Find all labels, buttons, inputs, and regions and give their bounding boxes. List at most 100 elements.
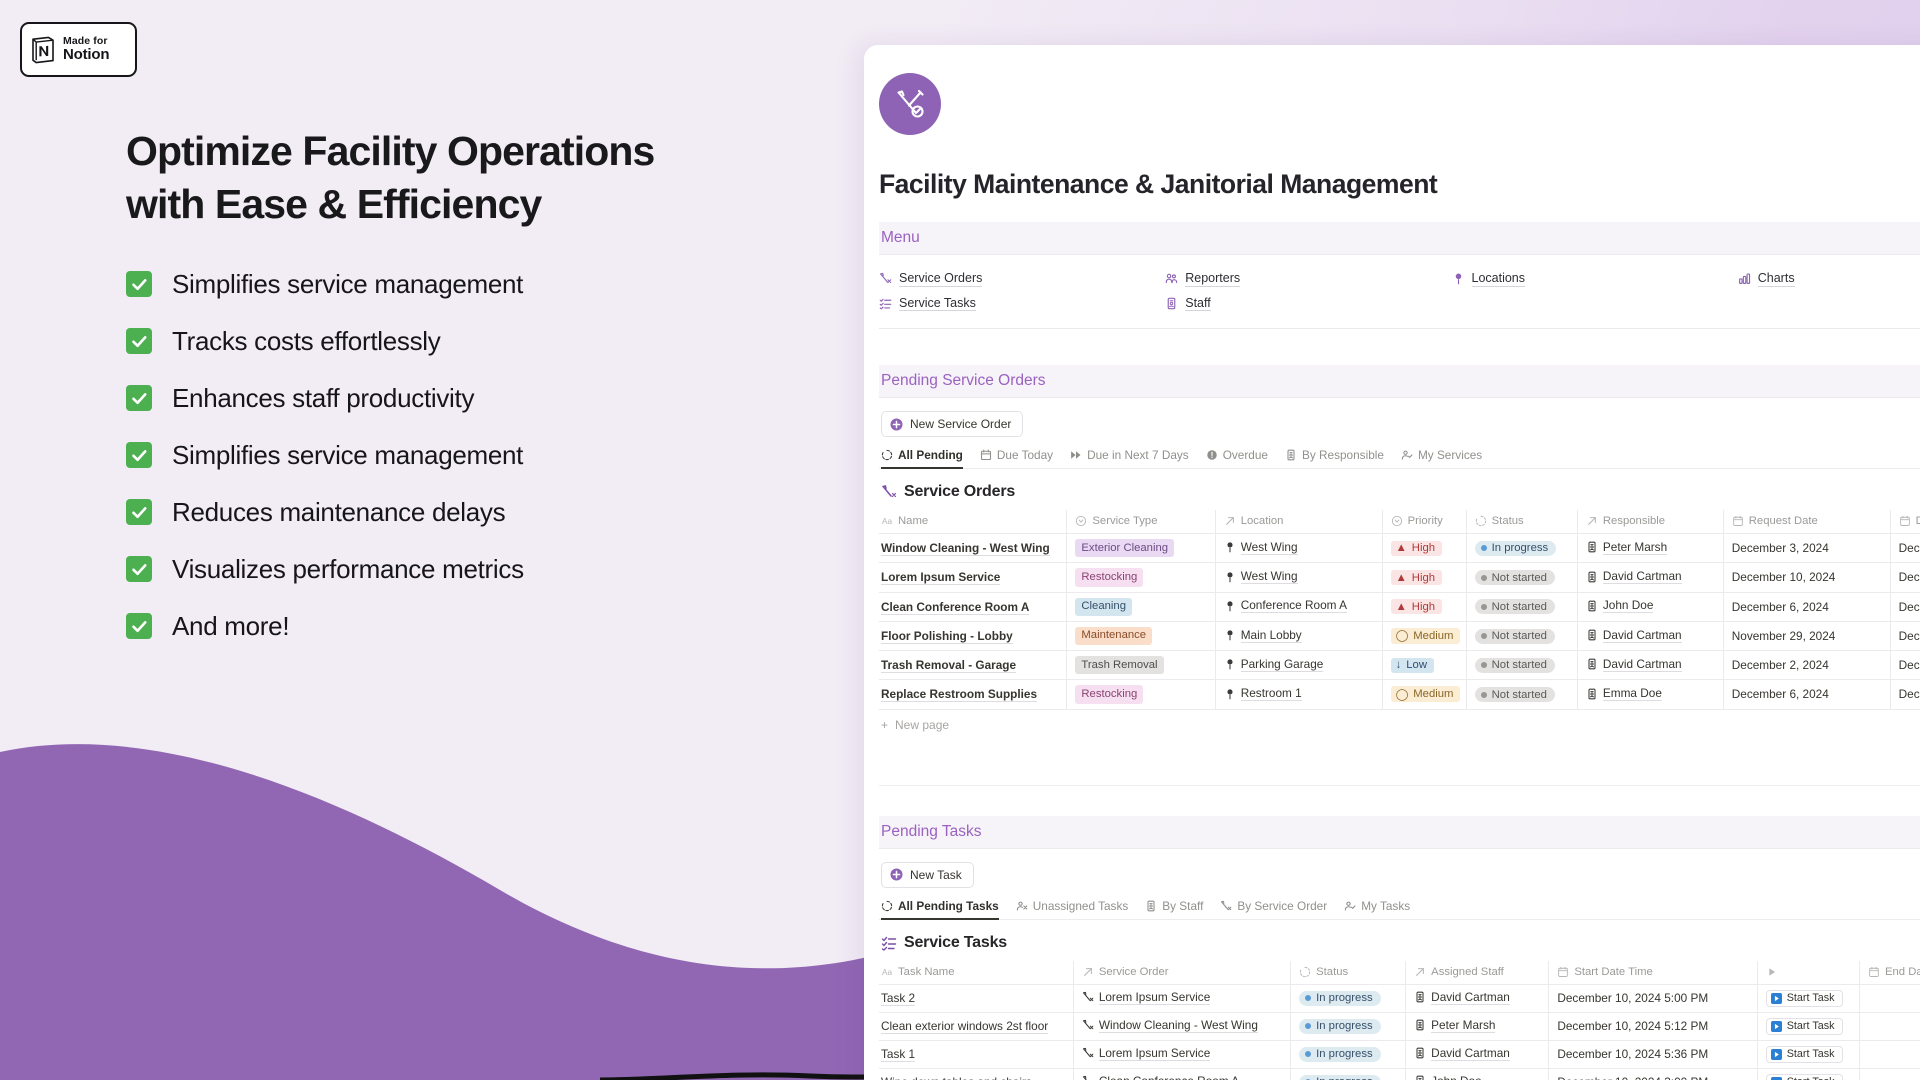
table-row[interactable]: Trash Removal - Garage Trash Removal Par…	[879, 650, 1920, 681]
cell-assigned-staff[interactable]: John Doe	[1405, 1068, 1550, 1080]
cell-responsible[interactable]: Emma Doe	[1577, 679, 1724, 710]
column-header[interactable]	[1757, 960, 1860, 985]
cell-start-date[interactable]: December 10, 2024 5:12 PM	[1548, 1012, 1758, 1041]
view-tab-my-tasks[interactable]: My Tasks	[1344, 899, 1410, 919]
column-header[interactable]: End Date Time	[1859, 960, 1920, 985]
relation-cell[interactable]: Conference Room A	[1224, 598, 1347, 614]
cell-end-date[interactable]	[1859, 984, 1920, 1013]
relation-cell[interactable]: Peter Marsh	[1414, 1018, 1496, 1033]
cell-request-date[interactable]: December 6, 2024	[1723, 679, 1891, 710]
new-service-order-button[interactable]: New Service Order	[881, 411, 1024, 437]
cell-name[interactable]: Replace Restroom Supplies	[879, 679, 1068, 710]
cell-due-date[interactable]: December 10,	[1890, 533, 1920, 564]
menu-link-service-tasks[interactable]: Service Tasks	[879, 296, 1165, 311]
relation-cell[interactable]: David Cartman	[1586, 569, 1682, 585]
cell-start-date[interactable]: December 10, 2024 5:36 PM	[1548, 1040, 1758, 1069]
new-task-button[interactable]: New Task	[881, 861, 974, 888]
cell-request-date[interactable]: November 29, 2024	[1723, 621, 1891, 652]
cell-action[interactable]: Start Task	[1757, 1040, 1860, 1069]
cell-responsible[interactable]: David Cartman	[1577, 621, 1724, 652]
cell-service-order[interactable]: Clean Conference Room A	[1073, 1068, 1292, 1080]
view-tab-unassigned-tasks[interactable]: Unassigned Tasks	[1016, 899, 1128, 919]
column-header[interactable]: Priority	[1382, 510, 1467, 534]
relation-cell[interactable]: Main Lobby	[1224, 628, 1302, 643]
relation-cell[interactable]: David Cartman	[1414, 990, 1510, 1005]
view-tab-by-service-order[interactable]: By Service Order	[1220, 899, 1327, 919]
relation-cell[interactable]: Clean Conference Room A	[1082, 1074, 1239, 1080]
cell-start-date[interactable]: December 10, 2024 5:00 PM	[1548, 984, 1758, 1013]
relation-cell[interactable]: Emma Doe	[1586, 686, 1662, 702]
relation-cell[interactable]: David Cartman	[1586, 657, 1682, 672]
start-task-button[interactable]: Start Task	[1765, 1045, 1843, 1063]
view-tab-by-responsible[interactable]: By Responsible	[1285, 448, 1384, 468]
view-tab-my-services[interactable]: My Services	[1401, 448, 1482, 468]
cell-due-date[interactable]: December 17,	[1890, 679, 1920, 710]
cell-action[interactable]: Start Task	[1757, 1068, 1860, 1080]
column-header[interactable]: Assigned Staff	[1405, 960, 1550, 985]
column-header[interactable]: Aa Task Name	[879, 960, 1074, 985]
cell-assigned-staff[interactable]: David Cartman	[1405, 984, 1550, 1013]
relation-cell[interactable]: Lorem Ipsum Service	[1082, 1046, 1211, 1061]
cell-request-date[interactable]: December 6, 2024	[1723, 592, 1891, 622]
column-header[interactable]: Request Date	[1723, 510, 1891, 534]
column-header[interactable]: Status	[1290, 960, 1407, 985]
table-row[interactable]: Task 1 Lorem Ipsum Service In progress D…	[879, 1040, 1920, 1069]
menu-link-service-orders[interactable]: Service Orders	[879, 271, 1165, 287]
relation-cell[interactable]: John Doe	[1414, 1074, 1482, 1080]
table-row[interactable]: Wipe down tables and chairs Clean Confer…	[879, 1068, 1920, 1080]
cell-task-name[interactable]: Wipe down tables and chairs	[879, 1068, 1074, 1080]
cell-location[interactable]: West Wing	[1215, 533, 1383, 564]
view-tab-all-pending-tasks[interactable]: All Pending Tasks	[881, 899, 999, 920]
cell-action[interactable]: Start Task	[1757, 984, 1860, 1013]
cell-due-date[interactable]: December 10,	[1890, 562, 1920, 593]
table-row[interactable]: Task 2 Lorem Ipsum Service In progress D…	[879, 984, 1920, 1013]
column-header[interactable]: Due Date	[1890, 510, 1920, 534]
cell-due-date[interactable]: December 14,	[1890, 650, 1920, 681]
cell-action[interactable]: Start Task	[1757, 1012, 1860, 1041]
cell-location[interactable]: Parking Garage	[1215, 650, 1383, 681]
column-header[interactable]: Start Date Time	[1548, 960, 1758, 985]
view-tab-overdue[interactable]: Overdue	[1206, 448, 1268, 468]
table-row[interactable]: Lorem Ipsum Service Restocking West Wing…	[879, 562, 1920, 593]
start-task-button[interactable]: Start Task	[1765, 1017, 1843, 1035]
cell-location[interactable]: Main Lobby	[1215, 621, 1383, 652]
cell-assigned-staff[interactable]: David Cartman	[1405, 1040, 1550, 1069]
relation-cell[interactable]: Lorem Ipsum Service	[1082, 990, 1211, 1005]
view-tab-due-in-next-7-days[interactable]: Due in Next 7 Days	[1070, 448, 1189, 468]
cell-start-date[interactable]: December 10, 2024 3:00 PM	[1548, 1068, 1758, 1080]
cell-responsible[interactable]: David Cartman	[1577, 562, 1724, 593]
view-tab-by-staff[interactable]: By Staff	[1145, 899, 1203, 919]
table-row[interactable]: Window Cleaning - West Wing Exterior Cle…	[879, 533, 1920, 564]
cell-service-order[interactable]: Lorem Ipsum Service	[1073, 984, 1292, 1013]
cell-name[interactable]: Window Cleaning - West Wing	[879, 533, 1068, 564]
table-row[interactable]: Replace Restroom Supplies Restocking Res…	[879, 679, 1920, 710]
cell-end-date[interactable]	[1859, 1040, 1920, 1069]
cell-due-date[interactable]: December 13,	[1890, 621, 1920, 652]
cell-request-date[interactable]: December 2, 2024	[1723, 650, 1891, 681]
table-row[interactable]: Clean Conference Room A Cleaning Confere…	[879, 592, 1920, 622]
cell-assigned-staff[interactable]: Peter Marsh	[1405, 1012, 1550, 1041]
column-header[interactable]: Responsible	[1577, 510, 1724, 534]
cell-name[interactable]: Trash Removal - Garage	[879, 650, 1068, 681]
start-task-button[interactable]: Start Task	[1765, 989, 1843, 1007]
relation-cell[interactable]: West Wing	[1224, 569, 1298, 585]
relation-cell[interactable]: Parking Garage	[1224, 657, 1324, 672]
cell-task-name[interactable]: Task 1	[879, 1040, 1074, 1069]
view-tab-due-today[interactable]: Due Today	[980, 448, 1053, 468]
cell-responsible[interactable]: Peter Marsh	[1577, 533, 1724, 564]
cell-location[interactable]: Conference Room A	[1215, 592, 1383, 622]
relation-cell[interactable]: West Wing	[1224, 540, 1298, 555]
cell-service-order[interactable]: Lorem Ipsum Service	[1073, 1040, 1292, 1069]
relation-cell[interactable]: Restroom 1	[1224, 686, 1302, 702]
column-header[interactable]: Service Order	[1073, 960, 1292, 985]
menu-link-reporters[interactable]: Reporters	[1165, 271, 1451, 287]
relation-cell[interactable]: David Cartman	[1586, 628, 1682, 643]
cell-name[interactable]: Clean Conference Room A	[879, 592, 1068, 622]
menu-link-charts[interactable]: Charts	[1738, 271, 1920, 287]
cell-end-date[interactable]	[1859, 1068, 1920, 1080]
cell-location[interactable]: West Wing	[1215, 562, 1383, 593]
table-row[interactable]: Floor Polishing - Lobby Maintenance Main…	[879, 621, 1920, 652]
cell-name[interactable]: Floor Polishing - Lobby	[879, 621, 1068, 652]
menu-link-locations[interactable]: Locations	[1452, 271, 1738, 287]
column-header[interactable]: Service Type	[1066, 510, 1216, 534]
